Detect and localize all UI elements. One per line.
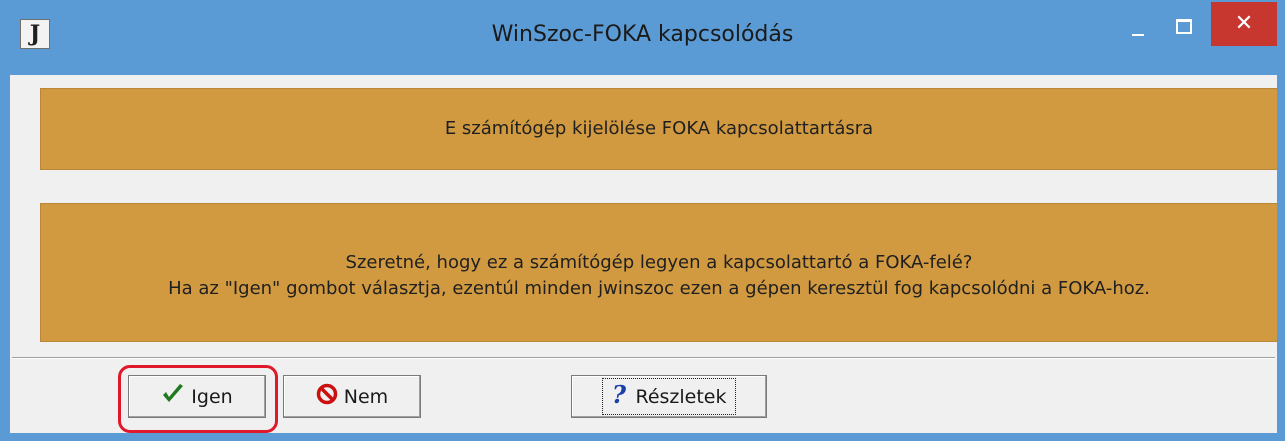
svg-text:?: ? [612,382,627,406]
heading-panel: E számítógép kijelölése FOKA kapcsolatta… [40,88,1278,170]
window-border [0,433,1285,441]
no-button[interactable]: Nem [283,375,421,418]
highlight-annotation [118,365,278,433]
details-button-label: Részletek [635,385,727,408]
dialog-body: E számítógép kijelölése FOKA kapcsolatta… [10,75,1278,433]
maximize-button[interactable] [1166,10,1200,44]
question-line-2: Ha az "Igen" gombot választja, ezentúl m… [168,277,1150,299]
prohibited-icon [316,383,338,410]
heading-text: E számítógép kijelölése FOKA kapcsolatta… [444,118,874,139]
dialog-window: J WinSzoc-FOKA kapcsolódás ✕ E számítógé… [0,0,1285,441]
title-bar[interactable]: J WinSzoc-FOKA kapcsolódás ✕ [0,0,1285,75]
close-button[interactable]: ✕ [1211,2,1277,46]
separator-highlight [12,358,1275,359]
question-panel: Szeretné, hogy ez a számítógép legyen a … [40,203,1278,342]
window-title: WinSzoc-FOKA kapcsolódás [491,22,794,47]
close-icon: ✕ [1234,11,1254,36]
question-icon: ? [611,380,629,411]
no-button-label: Nem [343,385,389,408]
details-button[interactable]: ? Részletek [571,375,767,418]
details-focus-rect: ? Részletek [602,378,736,415]
question-line-1: Szeretné, hogy ez a számítógép legyen a … [345,251,973,273]
minimize-button[interactable] [1124,10,1152,44]
